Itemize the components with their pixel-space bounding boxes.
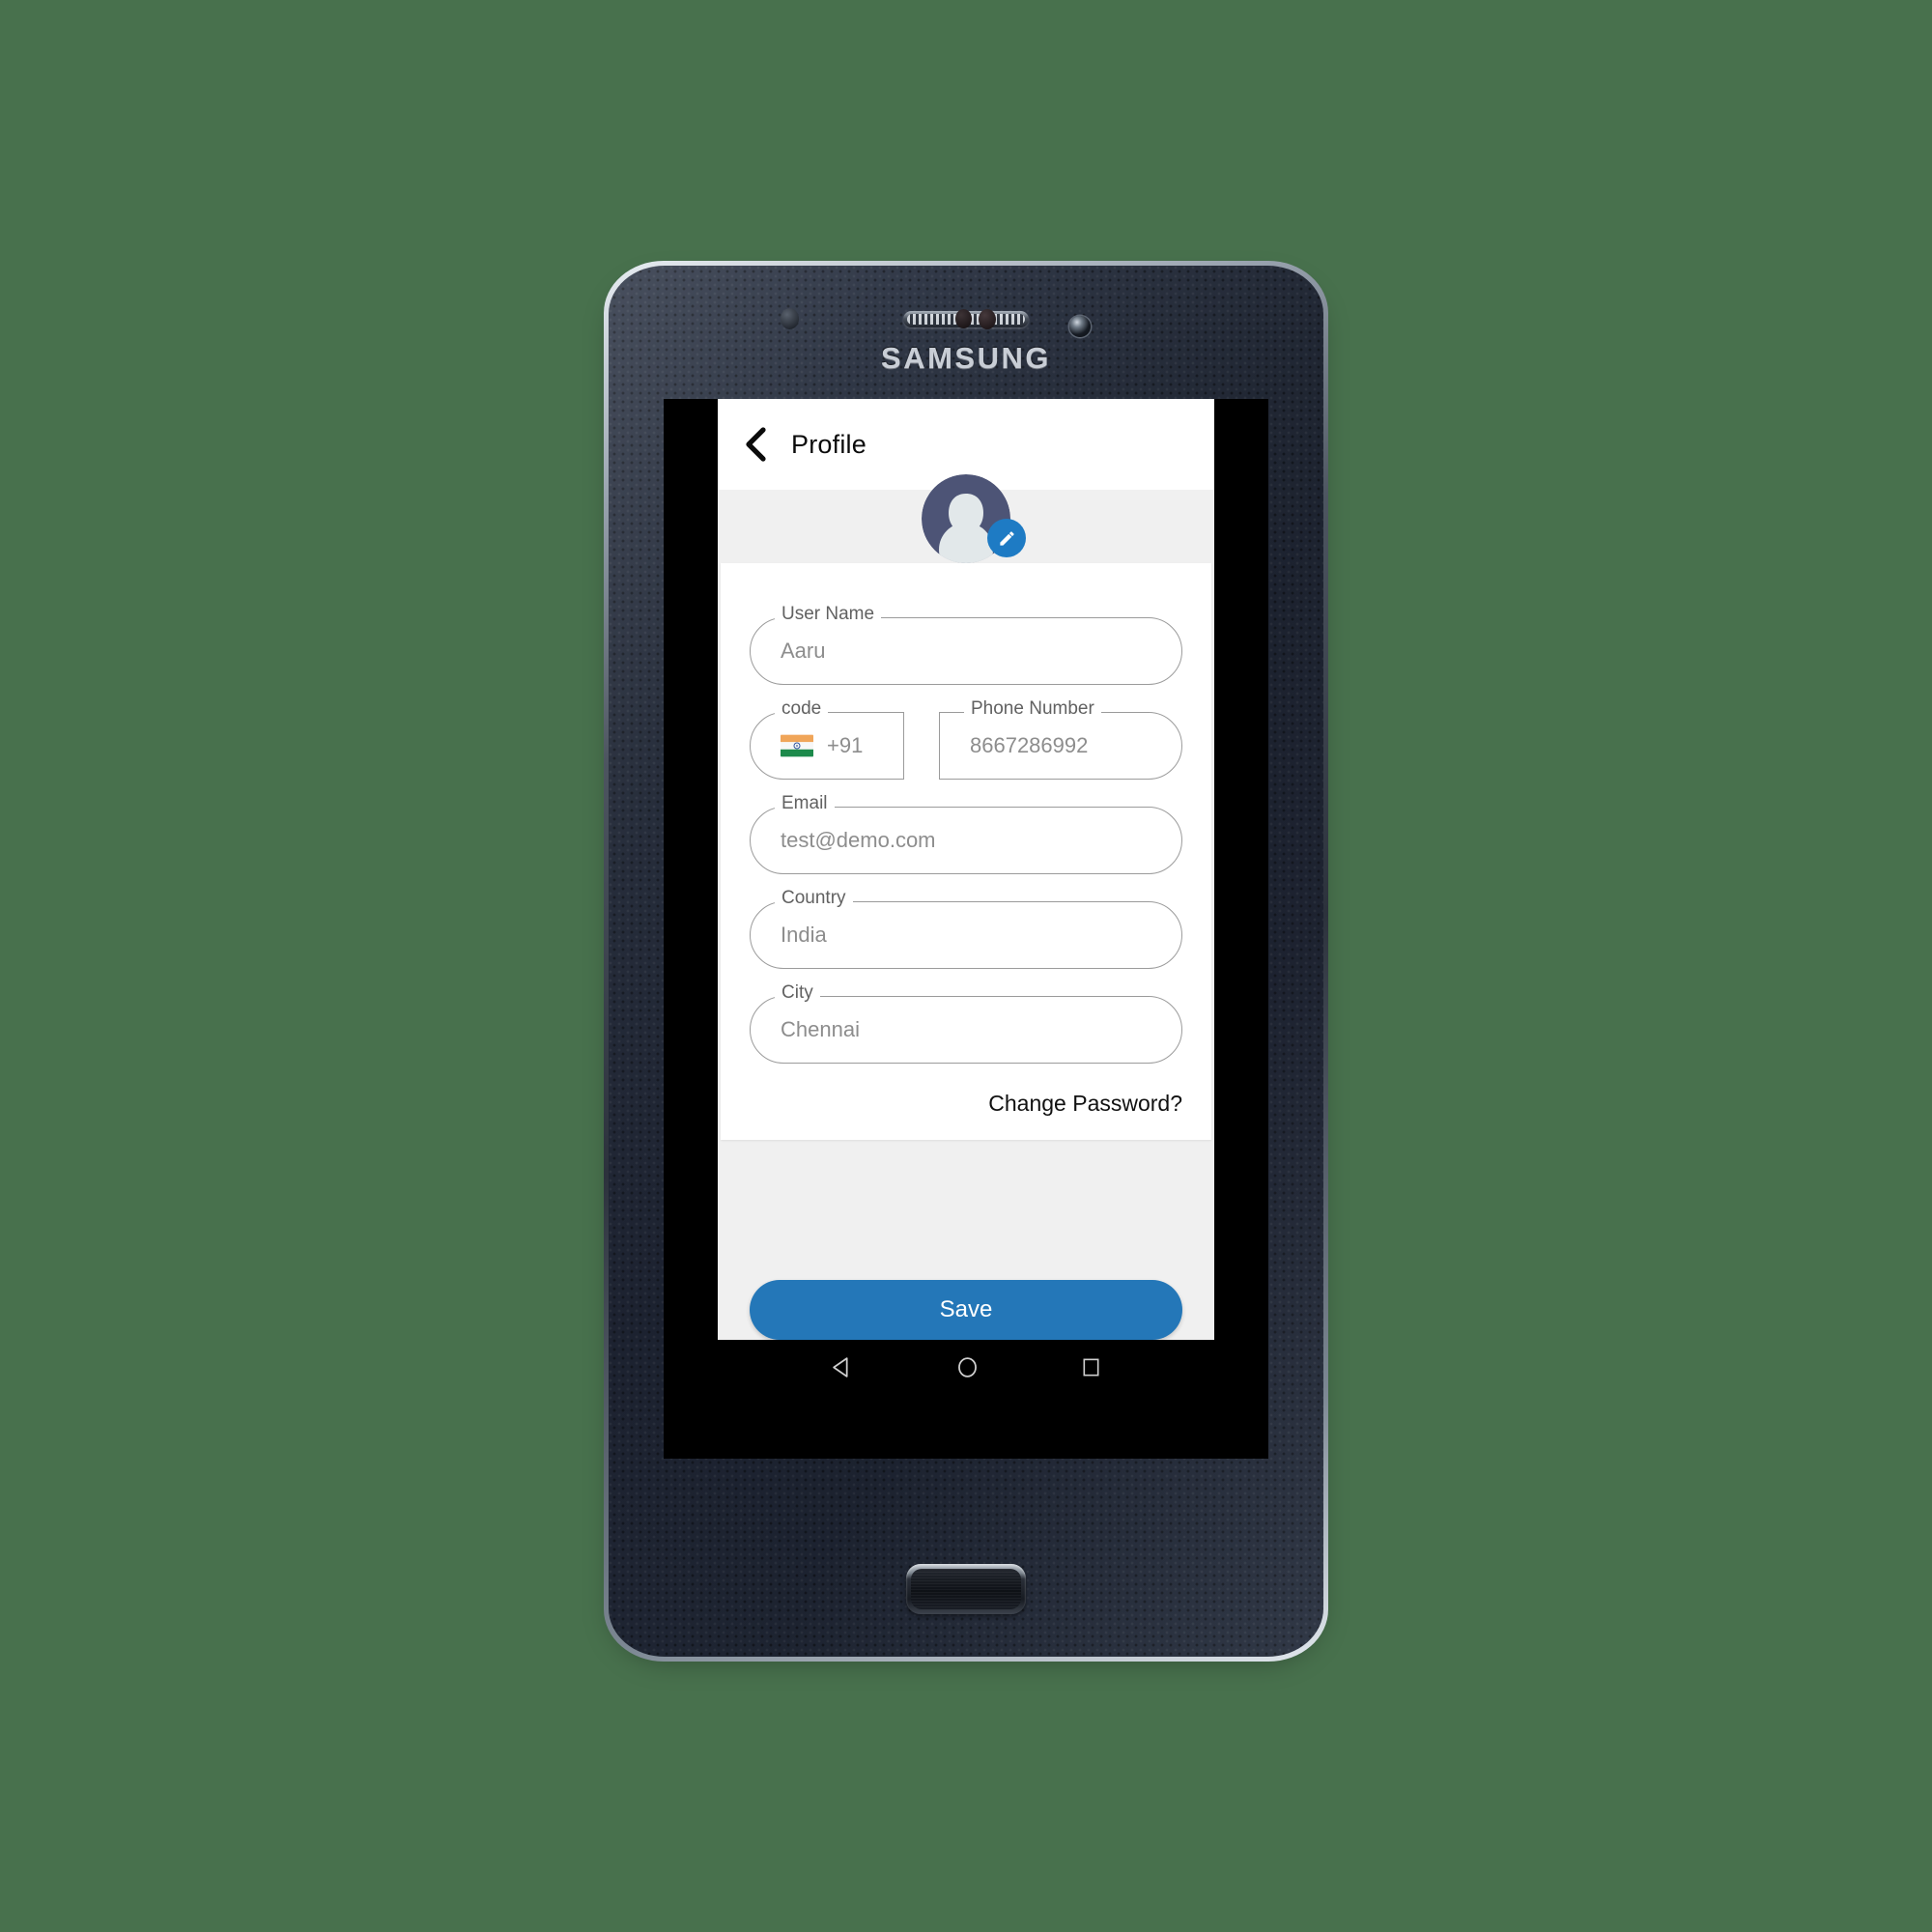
chevron-left-icon[interactable]	[743, 426, 768, 463]
pencil-icon	[999, 530, 1014, 546]
field-country[interactable]: Country India	[750, 889, 1182, 969]
field-value-code-wrap: +91	[781, 712, 863, 780]
field-value-code: +91	[827, 733, 864, 757]
india-flag-icon	[781, 734, 813, 757]
field-phone-number[interactable]: Phone Number 8667286992	[939, 699, 1182, 780]
samsung-brand-logo: SAMSUNG	[881, 341, 1051, 375]
front-camera-icon	[1069, 316, 1091, 337]
field-city[interactable]: City Chennai	[750, 983, 1182, 1064]
field-value-country: India	[781, 923, 827, 947]
home-button[interactable]	[906, 1564, 1026, 1614]
device-body: SAMSUNG Profile User Name Aaru code +91 …	[609, 266, 1323, 1657]
field-value-phone-number: 8667286992	[970, 733, 1089, 757]
android-recents-icon[interactable]	[1080, 1356, 1102, 1378]
change-password-link[interactable]: Change Password?	[750, 1091, 1182, 1117]
page-title: Profile	[791, 429, 867, 459]
field-value-email: test@demo.com	[781, 828, 936, 852]
app-viewport: Profile User Name Aaru code +91 Phone Nu…	[718, 399, 1214, 1394]
ir-sensor-icon	[979, 309, 996, 329]
samsung-phone-device: SAMSUNG Profile User Name Aaru code +91 …	[604, 261, 1328, 1662]
phone-screen: Profile User Name Aaru code +91 Phone Nu…	[664, 399, 1268, 1459]
field-email[interactable]: Email test@demo.com	[750, 794, 1182, 874]
save-button[interactable]: Save	[750, 1280, 1182, 1340]
android-home-icon[interactable]	[955, 1355, 980, 1379]
profile-form-card: User Name Aaru code +91 Phone Number 866…	[721, 563, 1211, 1140]
edit-avatar-button[interactable]	[987, 519, 1026, 557]
proximity-sensor-icon	[781, 308, 799, 329]
light-sensor-icon	[955, 309, 972, 328]
field-country-code[interactable]: code +91	[750, 699, 904, 780]
field-value-user-name: Aaru	[781, 639, 826, 663]
android-back-icon[interactable]	[831, 1355, 855, 1379]
field-value-city: Chennai	[781, 1017, 860, 1041]
field-user-name[interactable]: User Name Aaru	[750, 605, 1182, 685]
phone-row: code +91 Phone Number 8667286992	[750, 699, 1182, 780]
save-button-area: Save	[718, 1280, 1214, 1340]
avatar-section	[718, 474, 1214, 563]
android-navigation-bar	[718, 1340, 1214, 1394]
